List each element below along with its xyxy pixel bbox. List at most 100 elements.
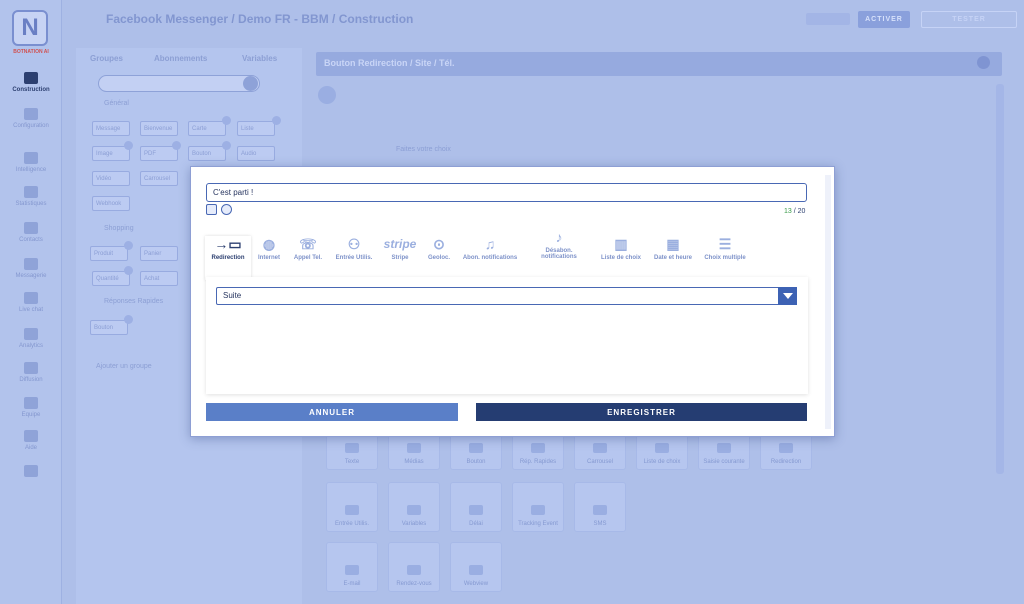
add-block-tile[interactable]: Délai (450, 482, 502, 532)
variables-icon (407, 505, 421, 515)
badge-dot (124, 266, 133, 275)
test-button[interactable]: TESTER (921, 11, 1017, 28)
add-block-tile[interactable]: Tracking Event (512, 482, 564, 532)
bell-icon: ♫ (484, 236, 496, 252)
tab-appel[interactable]: ☏ Appel Tel. (288, 233, 328, 262)
config-icon (24, 108, 38, 120)
block-chip[interactable]: Message (92, 121, 130, 136)
block-chip[interactable]: Achat (140, 271, 178, 286)
cancel-button[interactable]: ANNULER (206, 403, 458, 421)
botnation-logo[interactable]: N (12, 10, 48, 46)
search-input[interactable] (98, 75, 260, 92)
tab-variables[interactable]: Variables (242, 54, 277, 63)
rail-label: Construction (12, 87, 50, 93)
add-block-tile[interactable]: Webview (450, 542, 502, 592)
rail-item-construction[interactable]: Construction (4, 72, 58, 94)
hourglass-icon (469, 505, 483, 515)
rail-item-statistiques[interactable]: Statistiques (4, 186, 58, 208)
tab-choix-multiple[interactable]: ☰ Choix multiple (700, 233, 750, 262)
tab-redirection[interactable]: →▭ Redirection (207, 233, 249, 262)
gear-icon[interactable] (977, 56, 990, 69)
add-block-tile[interactable]: Entrée Utilis. (326, 482, 378, 532)
tab-internet[interactable]: ◍ Internet (252, 233, 286, 262)
block-chip[interactable]: Vidéo (92, 171, 130, 186)
rail-item-configuration[interactable]: Configuration (4, 108, 58, 130)
button-text-input[interactable]: C'est parti ! (206, 183, 807, 202)
header-link[interactable] (806, 13, 850, 25)
rail-item-analytics[interactable]: Analytics (4, 328, 58, 350)
headset-icon (24, 292, 38, 304)
tile-label: Rendez-vous (396, 581, 432, 587)
globe-icon: ◍ (262, 235, 276, 252)
block-chip[interactable]: Produit (90, 246, 128, 261)
tab-abon-notifications[interactable]: ♫ Abon. notifications (458, 233, 522, 261)
add-block-tile[interactable]: E-mail (326, 542, 378, 592)
rail-item-aide[interactable]: Aide (4, 430, 58, 452)
rail-item-messagerie[interactable]: Messagerie (4, 258, 58, 280)
tab-groupes[interactable]: Groupes (90, 54, 123, 63)
logo-text: BOTNATION AI (13, 49, 49, 55)
tile-label: E-mail (343, 581, 361, 587)
chevron-down-icon[interactable] (778, 287, 797, 305)
tile-label: Texte (344, 459, 360, 465)
avatar (318, 86, 336, 104)
redirect-target-select[interactable]: Suite (216, 287, 797, 305)
rail-item-gift[interactable] (4, 465, 58, 480)
badge-dot (222, 141, 231, 150)
block-chip[interactable]: Bouton (90, 320, 128, 335)
tab-label: Entrée Utilis. (335, 255, 373, 261)
tab-abonnements[interactable]: Abonnements (154, 54, 207, 63)
block-chip[interactable]: Carte (188, 121, 226, 136)
add-block-tile[interactable]: Variables (388, 482, 440, 532)
gift-icon (24, 465, 38, 477)
block-chip[interactable]: Carrousel (140, 171, 178, 186)
block-chip[interactable]: Liste (237, 121, 275, 136)
add-block-tile[interactable]: Rendez-vous (388, 542, 440, 592)
rail-item-equipe[interactable]: Equipe (4, 397, 58, 419)
list-icon (655, 443, 669, 453)
tile-label: Redirection (770, 459, 802, 465)
variable-icon[interactable] (206, 204, 217, 215)
flow-label: Faites votre choix (396, 146, 451, 153)
tab-label: Désabon. notifications (541, 248, 577, 260)
block-chip[interactable]: Panier (140, 246, 178, 261)
block-chip[interactable]: Audio (237, 146, 275, 161)
tile-label: Délai (469, 521, 483, 527)
tab-label: Internet (257, 255, 280, 261)
tab-geoloc[interactable]: ⊙ Geoloc. (422, 233, 456, 262)
save-button[interactable]: ENREGISTRER (476, 403, 807, 421)
media-icon (407, 443, 421, 453)
rail-label: Messagerie (15, 273, 47, 279)
tile-label: Variables (401, 521, 427, 527)
rail-item-contacts[interactable]: Contacts (4, 222, 58, 244)
tab-stripe[interactable]: stripe Stripe (380, 233, 420, 261)
activate-button[interactable]: ACTIVER (858, 11, 910, 28)
main-scrollbar[interactable] (996, 84, 1004, 474)
section-label: Shopping (104, 225, 134, 232)
block-chip[interactable]: Bienvenue (140, 121, 178, 136)
modal-scrollbar[interactable] (825, 175, 831, 429)
search-icon[interactable] (243, 76, 258, 91)
block-chip[interactable]: Webhook (92, 196, 130, 211)
add-block-tile[interactable]: SMS (574, 482, 626, 532)
tracking-icon (531, 505, 545, 515)
tab-entree-utilis[interactable]: ⚇ Entrée Utilis. (330, 233, 378, 262)
rail-item-diffusion[interactable]: Diffusion (4, 362, 58, 384)
rail-label: Statistiques (15, 201, 47, 207)
block-chip[interactable]: Bouton (188, 146, 226, 161)
stats-icon (24, 186, 38, 198)
tab-liste-de-choix[interactable]: ▥ Liste de choix (596, 233, 646, 262)
tab-label: Redirection (211, 255, 245, 261)
emoji-icon[interactable] (221, 204, 232, 215)
add-group-link[interactable]: Ajouter un groupe (96, 363, 152, 370)
email-icon (345, 565, 359, 575)
rail-item-intelligence[interactable]: Intelligence (4, 152, 58, 174)
bell-off-icon: ♪ (555, 229, 563, 245)
tile-label: Rép. Rapides (519, 459, 557, 465)
user-input-icon (345, 505, 359, 515)
list-icon: ▥ (614, 235, 628, 252)
rail-item-livechat[interactable]: Live chat (4, 292, 58, 314)
tab-date-et-heure[interactable]: ▦ Date et heure (650, 233, 696, 262)
chat-icon (24, 258, 38, 270)
tab-desabon-notifications[interactable]: ♪ Désabon. notifications (530, 226, 588, 260)
